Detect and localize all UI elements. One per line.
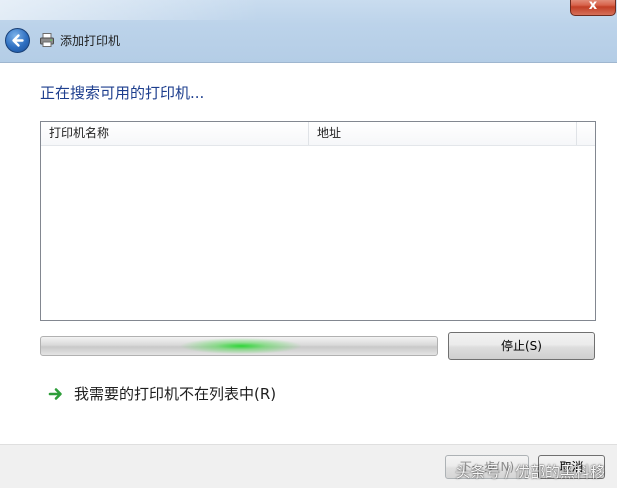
column-header-filler — [577, 122, 595, 145]
watermark-text: 头条号 / 优部的黑科移 — [455, 463, 605, 481]
printer-not-listed-text[interactable]: 我需要的打印机不在列表中(R) — [74, 383, 276, 405]
stop-button[interactable]: 停止(S) — [448, 332, 595, 360]
close-button[interactable]: x — [570, 0, 616, 16]
green-arrow-right-icon — [48, 388, 62, 400]
add-printer-window: x 添加打印机 正在搜索可用的打印机... 打印机名称 地址 停止(S) 我需要… — [0, 0, 617, 488]
back-arrow-icon — [12, 34, 24, 47]
column-header-printer-name[interactable]: 打印机名称 — [41, 122, 309, 145]
title-bar: x 添加打印机 — [0, 0, 617, 62]
list-header: 打印机名称 地址 — [41, 122, 595, 146]
title-glass — [0, 0, 260, 20]
search-progress-bar — [40, 336, 438, 356]
back-button[interactable] — [5, 28, 30, 53]
wizard-content: 正在搜索可用的打印机... 打印机名称 地址 停止(S) 我需要的打印机不在列表… — [0, 62, 617, 445]
progress-glow — [181, 338, 301, 354]
column-header-address[interactable]: 地址 — [309, 122, 577, 145]
page-heading: 正在搜索可用的打印机... — [40, 84, 205, 102]
printer-icon — [40, 33, 54, 47]
window-title: 添加打印机 — [60, 34, 121, 48]
printer-list[interactable]: 打印机名称 地址 — [40, 121, 596, 321]
